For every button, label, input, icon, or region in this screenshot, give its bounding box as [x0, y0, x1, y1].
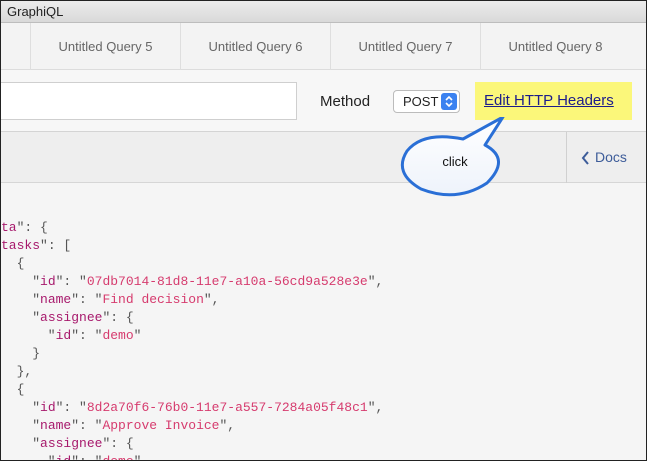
callout-text: click [442, 154, 468, 169]
graphiql-window: GraphiQL Untitled Query 5 Untitled Query… [0, 0, 647, 461]
result-line: ta": { [1, 220, 48, 235]
result-line: "name": "Find decision", [1, 292, 220, 307]
method-select[interactable]: POST [393, 90, 460, 113]
select-stepper-icon [441, 93, 457, 110]
result-header-bar: Docs [1, 132, 646, 183]
result-line: "id": "8d2a70f6-76b0-11e7-a557-7284a05f4… [1, 400, 384, 415]
edit-http-headers-label: Edit HTTP Headers [484, 92, 614, 109]
tab-untitled-query-5[interactable]: Untitled Query 5 [30, 23, 180, 70]
result-line: } [1, 346, 41, 361]
title-bar: GraphiQL [1, 1, 646, 23]
result-line: "id": "demo" [1, 328, 142, 343]
result-line: "id": "demo" [1, 453, 142, 460]
result-line: tasks": [ [1, 238, 72, 253]
result-line: "name": "Approve Invoice", [1, 418, 236, 433]
result-viewer: ta": { tasks": [ { "id": "07db7014-81d8-… [1, 183, 646, 460]
tab-untitled-query-6[interactable]: Untitled Query 6 [180, 23, 330, 70]
tab-untitled-query-7[interactable]: Untitled Query 7 [330, 23, 480, 70]
chevron-left-icon [581, 151, 589, 165]
tab-untitled-query-8[interactable]: Untitled Query 8 [480, 23, 630, 70]
endpoint-url-input[interactable] [1, 82, 297, 120]
method-label: Method [320, 93, 371, 110]
docs-button[interactable]: Docs [566, 132, 646, 183]
result-line: { [1, 256, 25, 271]
edit-http-headers-button[interactable]: Edit HTTP Headers [475, 82, 632, 120]
endpoint-toolbar: Method POST Edit HTTP Headers [1, 70, 646, 132]
result-line: }, [1, 364, 33, 379]
window-title: GraphiQL [7, 4, 64, 19]
result-line: "id": "07db7014-81d8-11e7-a10a-56cd9a528… [1, 274, 384, 289]
result-line: { [1, 382, 25, 397]
docs-label: Docs [595, 149, 627, 165]
result-line: "assignee": { [1, 436, 134, 451]
query-tab-bar: Untitled Query 5 Untitled Query 6 Untitl… [1, 23, 646, 70]
result-line: "assignee": { [1, 310, 134, 325]
method-selected-value: POST [403, 94, 439, 109]
